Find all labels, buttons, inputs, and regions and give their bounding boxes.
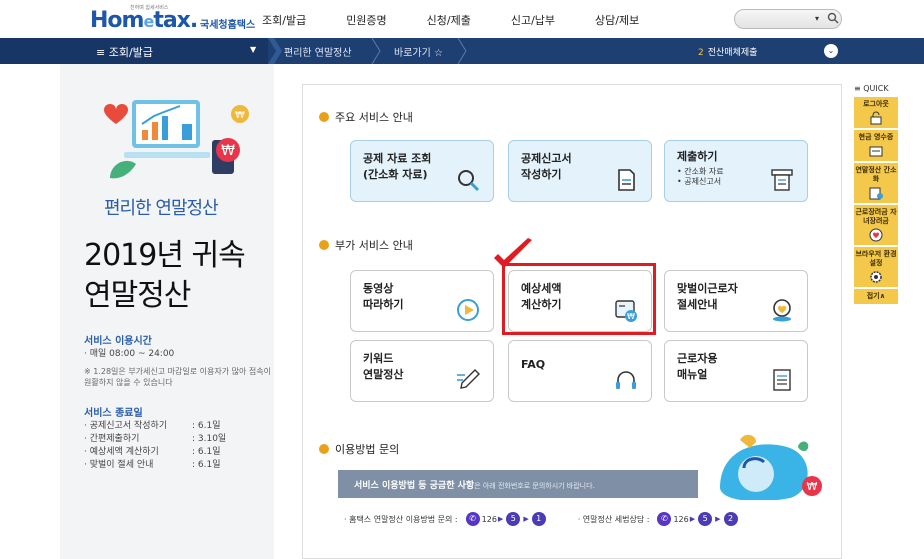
contact-hometax-number[interactable]: ✆ 126 ▶ 5 ▶ 1: [464, 512, 548, 526]
year-end-tax-illustration-icon: ₩ ₩: [104, 100, 249, 179]
topnav-consult[interactable]: 상담/제보: [595, 12, 639, 28]
panel-title: 2019년 귀속 연말정산: [84, 238, 246, 313]
service-hours-text: · 매일 08:00 ~ 24:00: [84, 349, 175, 359]
menu-label: ≡ 조회/발급: [96, 46, 153, 59]
inquiry-heading: 이용방법 문의: [319, 441, 399, 457]
search-icon[interactable]: [827, 12, 839, 27]
gear-icon: [870, 271, 882, 283]
dual-income-tax-guide-button[interactable]: 맞벌이근로자 절세안내: [664, 270, 808, 332]
svg-text:₩: ₩: [221, 143, 235, 159]
arrow-right-icon: ▶: [689, 515, 696, 523]
contact-taxlaw-label: · 연말정산 세법상담 :: [577, 514, 650, 524]
electronic-media-submit[interactable]: 2 전산매체제출: [698, 45, 757, 58]
breadcrumb-separator-icon: [457, 38, 467, 64]
quick-browser-settings-button[interactable]: 브라우저 환경설정: [854, 247, 898, 287]
quick-menu: ≡ QUICK 로그아웃 현금 영수증 연말정산 간소화 근로장려금 자녀장려금…: [854, 84, 898, 306]
breadcrumb-current[interactable]: 편리한 연말정산: [284, 44, 352, 59]
topnav-certificate[interactable]: 민원증명: [346, 12, 386, 28]
arrow-right-icon: ▶: [523, 515, 529, 523]
search-input[interactable]: ▾: [734, 9, 842, 29]
submit-icon: [771, 169, 793, 191]
shortcut-link[interactable]: 바로가기 ☆: [394, 44, 443, 59]
panel-subtitle: 편리한 연말정산: [104, 198, 219, 219]
section-bullet-icon: [319, 444, 329, 454]
simplify-icon: [869, 187, 883, 200]
service-end-heading: 서비스 종료일: [84, 408, 143, 419]
svg-text:₩: ₩: [235, 110, 245, 121]
play-icon: [457, 299, 479, 321]
arrow-right-icon: ▶: [715, 515, 721, 523]
receipt-icon: [869, 146, 883, 157]
topnav-inquiry[interactable]: 조회/발급: [262, 12, 306, 28]
service-hours-note: ※ 1.28일은 부가세신고 마감일로 이용자가 많아 접속이 원활하지 않을 …: [84, 367, 271, 387]
menu-dropdown[interactable]: ≡ 조회/발급 ▼: [0, 38, 268, 64]
quick-logout-button[interactable]: 로그아웃: [854, 97, 898, 128]
worker-manual-button[interactable]: 근로자용 매뉴얼: [664, 340, 808, 402]
list-item: · 간편제출하기: 3.10일: [84, 434, 227, 444]
quick-collapse-button[interactable]: 접기∧: [854, 289, 898, 304]
headset-icon: [616, 371, 636, 389]
service-end-list: · 공제신고서 작성하기: 6.1일 · 간편제출하기: 3.10일 · 예상세…: [84, 420, 226, 472]
search-dropdown-icon[interactable]: ▾: [815, 14, 819, 23]
top-navigation: 조회/발급 민원증명 신청/제출 신고/납부 상담/제보: [262, 12, 639, 28]
site-header: 친하며 쉽세서비스 Hometax. 국세청홈택스 조회/발급 민원증명 신청/…: [0, 0, 924, 38]
phone-icon: ✆: [657, 512, 672, 526]
service-hours-heading: 서비스 이용시간: [84, 336, 152, 347]
quick-menu-heading: ≡ QUICK: [854, 84, 889, 93]
faq-button[interactable]: FAQ: [508, 340, 652, 402]
document-icon: [618, 169, 635, 191]
highlight-box: [502, 263, 656, 335]
intro-panel: ₩ ₩ 편리한 연말정산 2019년 귀속 연말정산 서비스 이용시간 · 매일…: [60, 64, 274, 559]
list-item: · 예상세액 계산하기: 6.1일: [84, 447, 221, 457]
contact-numbers: · 홈택스 연말정산 이용방법 문의 : ✆ 126 ▶ 5 ▶ 1 · 연말정산 세…: [344, 512, 740, 526]
svg-text:₩: ₩: [807, 480, 818, 493]
logo-subtitle: 국세청홈택스: [200, 20, 256, 31]
main-services-heading: 주요 서비스 안내: [319, 109, 413, 125]
phone-icon: ✆: [465, 512, 480, 526]
list-item: · 공제신고서 작성하기: 6.1일: [84, 421, 221, 431]
search-icon: [458, 170, 480, 192]
logo-wordmark: Hometax.: [90, 8, 198, 33]
quick-cash-receipt-button[interactable]: 현금 영수증: [854, 130, 898, 161]
red-checkmark-icon: [494, 238, 532, 268]
quick-simplified-tax-button[interactable]: 연말정산 간소화: [854, 163, 898, 203]
topnav-report[interactable]: 신고/납부: [511, 12, 555, 28]
deduction-form-write-button[interactable]: 공제신고서 작성하기: [508, 140, 652, 202]
section-bullet-icon: [319, 112, 329, 122]
section-bullet-icon: [319, 240, 329, 250]
manual-icon: [773, 369, 791, 391]
pencil-icon: [457, 369, 480, 389]
breadcrumb-separator-icon: [371, 38, 381, 64]
heart-icon: [869, 228, 883, 242]
arrow-right-icon: ▶: [497, 515, 504, 523]
contact-hometax-label: · 홈택스 연말정산 이용방법 문의 :: [344, 514, 458, 524]
contact-taxlaw-number[interactable]: ✆ 126 ▶ 5 ▶ 2: [655, 512, 739, 526]
menu-arrow-icon: ▼: [250, 45, 257, 54]
breadcrumb-bar: ≡ 조회/발급 ▼ 편리한 연말정산 바로가기 ☆ 2 전산매체제출 ⌄: [0, 38, 924, 64]
couple-icon: [773, 299, 791, 322]
breadcrumb-separator-icon: [268, 38, 282, 64]
expand-chevron-icon[interactable]: ⌄: [824, 44, 838, 58]
inquiry-banner: 서비스 이용방법 등 궁금한 사항은 아래 전화번호로 문의하시기 바랍니다.: [338, 470, 698, 498]
quick-incentive-button[interactable]: 근로장려금 자녀장려금: [854, 205, 898, 245]
keyword-tax-button[interactable]: 키워드 연말정산: [350, 340, 494, 402]
topnav-apply[interactable]: 신청/제출: [427, 12, 471, 28]
deduction-data-lookup-button[interactable]: 공제 자료 조회 (간소화 자료): [350, 140, 494, 202]
logout-icon: [870, 111, 882, 125]
list-item: · 맞벌이 절세 안내: 6.1일: [84, 460, 221, 470]
video-tutorial-button[interactable]: 동영상 따라하기: [350, 270, 494, 332]
extra-services-heading: 부가 서비스 안내: [319, 237, 413, 253]
submit-button[interactable]: 제출하기 • 간소화 자료 • 공제신고서: [664, 140, 808, 202]
phone-illustration-icon: ₩: [720, 434, 822, 500]
